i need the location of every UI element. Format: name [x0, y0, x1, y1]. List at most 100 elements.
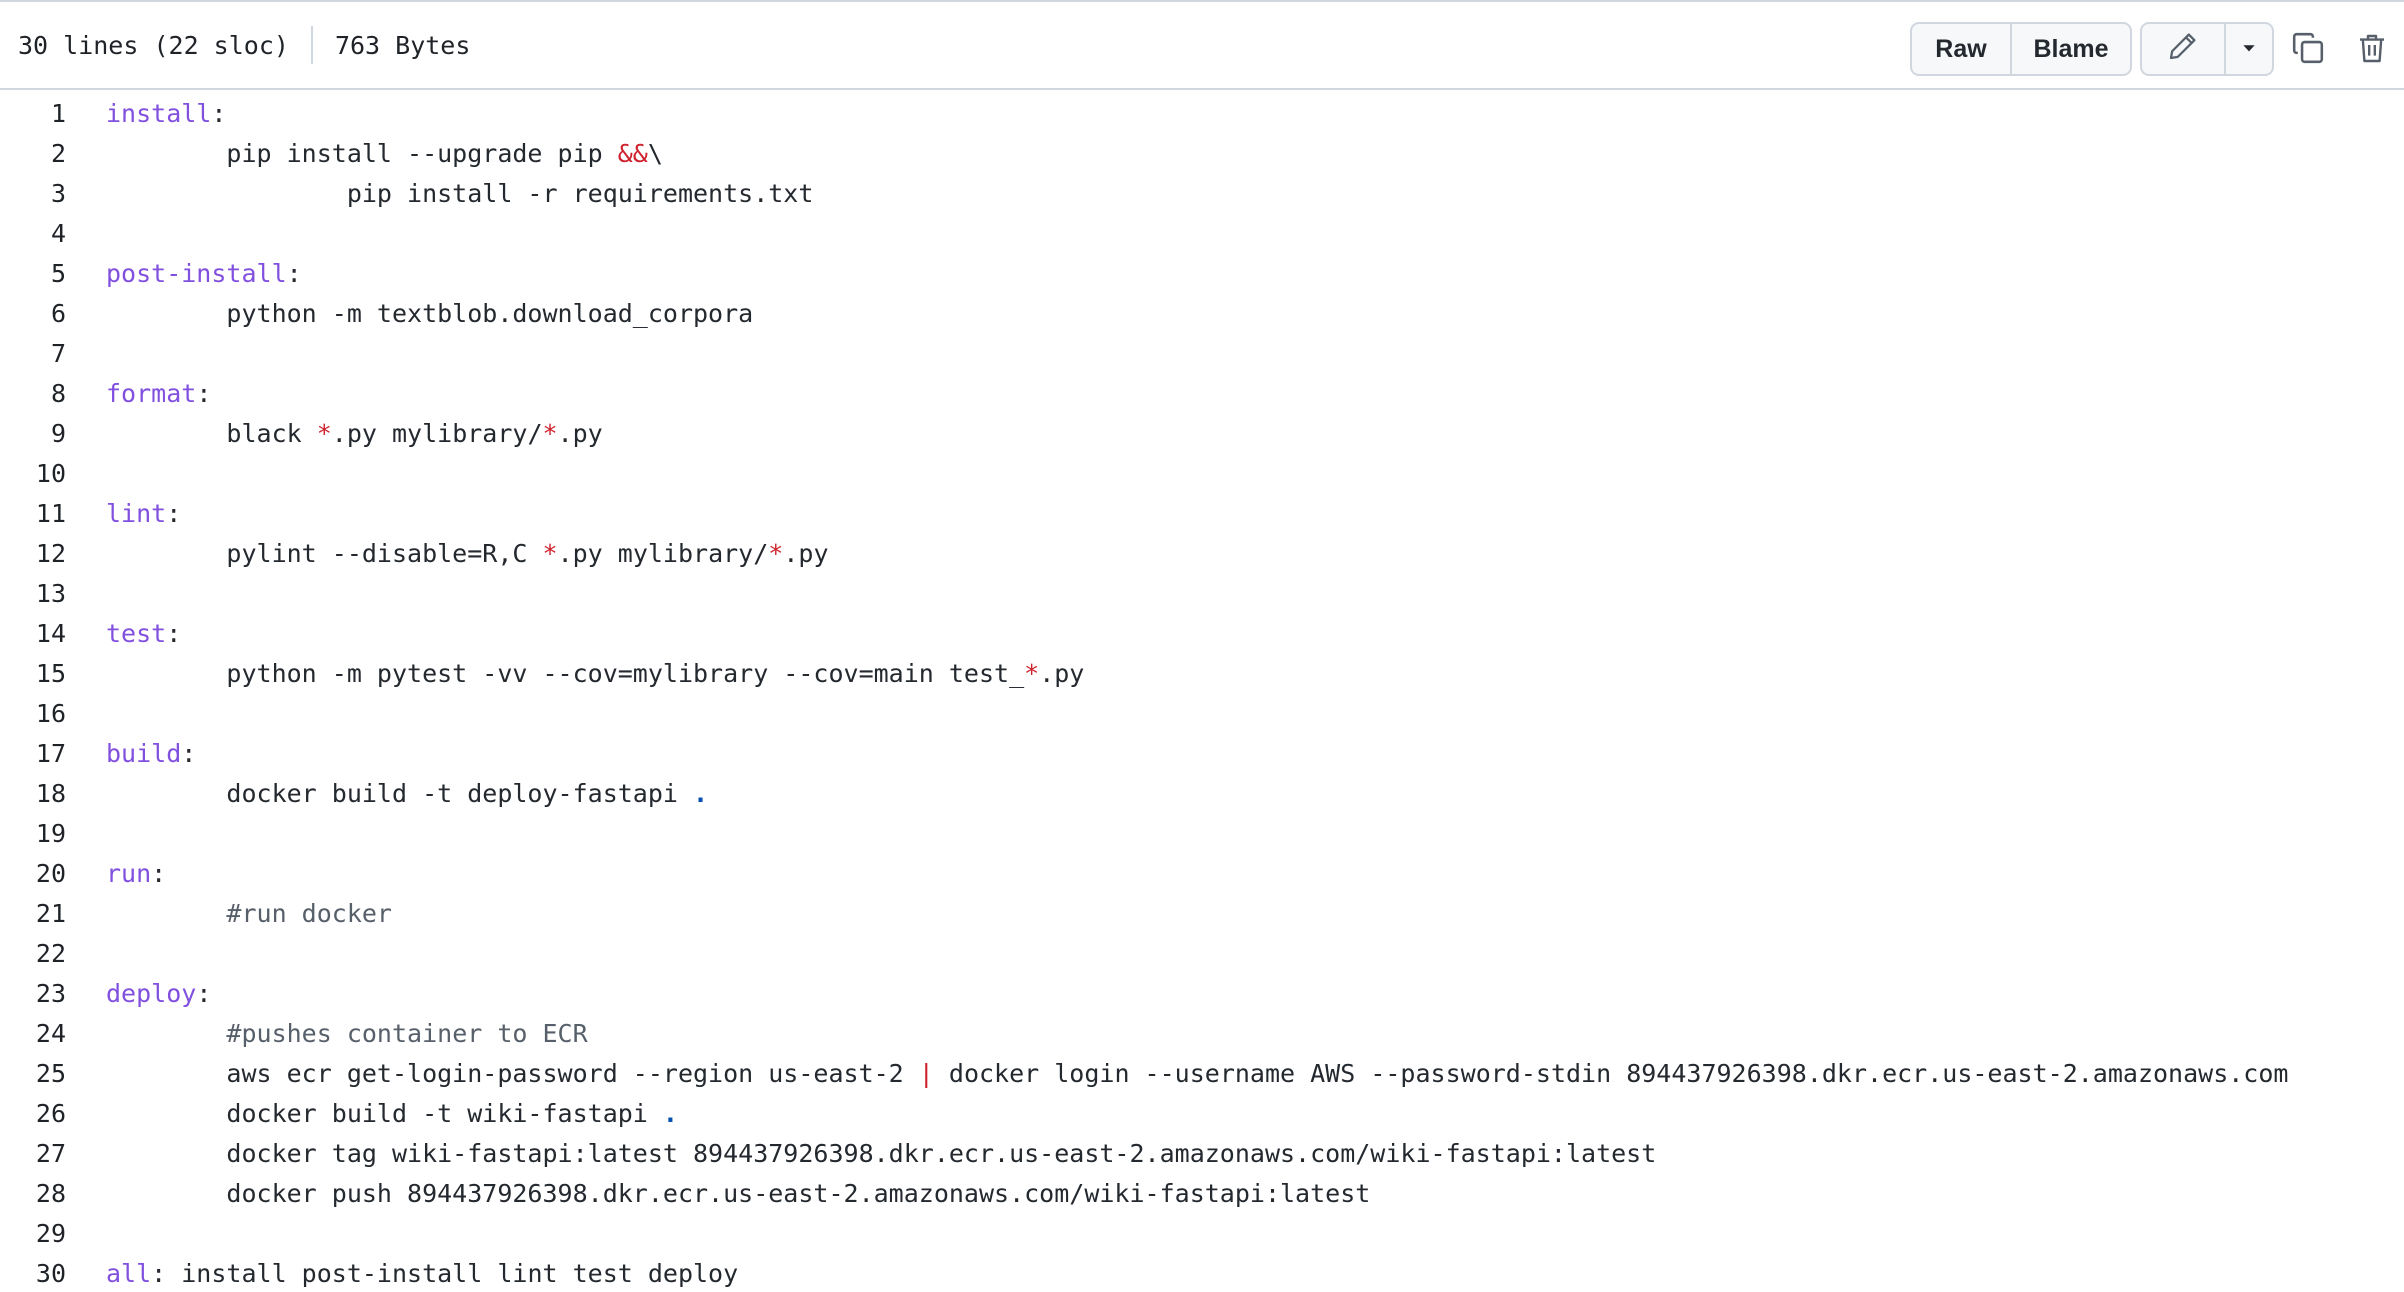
line-number[interactable]: 15 [0, 654, 66, 694]
code-text: docker tag wiki-fastapi:latest 894437926… [106, 1134, 1656, 1174]
line-number[interactable]: 28 [0, 1174, 66, 1214]
line-number[interactable]: 22 [0, 934, 66, 974]
code-text: docker push 894437926398.dkr.ecr.us-east… [106, 1174, 1370, 1214]
code-token: pip install --upgrade pip [106, 139, 618, 168]
code-token: deploy [106, 979, 197, 1008]
line-number[interactable]: 26 [0, 1094, 66, 1134]
line-number[interactable]: 20 [0, 854, 66, 894]
delete-button[interactable] [2348, 26, 2396, 74]
line-number[interactable]: 11 [0, 494, 66, 534]
code-text: build: [106, 734, 196, 774]
copy-button[interactable] [2284, 26, 2332, 74]
code-token: . [693, 779, 709, 808]
pencil-icon [2168, 31, 2198, 68]
code-token: docker push 894437926398.dkr.ecr.us-east… [106, 1179, 1371, 1208]
raw-blame-group: Raw Blame [1910, 22, 2132, 76]
code-line: 18 docker build -t deploy-fastapi . [0, 774, 2404, 814]
code-token: install [106, 99, 212, 128]
line-number[interactable]: 27 [0, 1134, 66, 1174]
code-line: 10 [0, 454, 2404, 494]
code-token: test [106, 619, 167, 648]
code-line: 30 all: install post-install lint test de… [0, 1254, 2404, 1292]
line-number[interactable]: 1 [0, 94, 66, 134]
code-token: : [166, 619, 182, 648]
code-text: run: [106, 854, 166, 894]
code-line: 25 aws ecr get-login-password --region u… [0, 1054, 2404, 1094]
line-number[interactable]: 25 [0, 1054, 66, 1094]
code-line: 15 python -m pytest -vv --cov=mylibrary … [0, 654, 2404, 694]
line-number[interactable]: 7 [0, 334, 66, 374]
edit-dropdown-button[interactable] [2224, 24, 2272, 74]
line-number[interactable]: 12 [0, 534, 66, 574]
code-token: #pushes container to ECR [226, 1019, 588, 1048]
code-token: * [768, 539, 784, 568]
code-line: 21 #run docker [0, 894, 2404, 934]
code-line: 28 docker push 894437926398.dkr.ecr.us-e… [0, 1174, 2404, 1214]
line-number[interactable]: 23 [0, 974, 66, 1014]
line-number[interactable]: 30 [0, 1254, 66, 1292]
code-text: #pushes container to ECR [106, 1014, 588, 1054]
code-token: pip install -r requirements.txt [106, 179, 814, 208]
line-number[interactable]: 29 [0, 1214, 66, 1254]
code-token: * [542, 419, 558, 448]
code-text: python -m pytest -vv --cov=mylibrary --c… [106, 654, 1084, 694]
code-token: #run docker [226, 899, 392, 928]
code-token: post-install [106, 259, 287, 288]
code-line: 20 run: [0, 854, 2404, 894]
code-token: * [1024, 659, 1040, 688]
code-token: python -m textblob.download_corpora [106, 299, 754, 328]
code-line: 13 [0, 574, 2404, 614]
code-line: 23 deploy: [0, 974, 2404, 1014]
line-number[interactable]: 21 [0, 894, 66, 934]
code-token: : [211, 99, 227, 128]
line-number[interactable]: 4 [0, 214, 66, 254]
code-text: docker build -t wiki-fastapi . [106, 1094, 678, 1134]
edit-group [2140, 22, 2274, 76]
code-token: && [617, 139, 648, 168]
line-number[interactable]: 6 [0, 294, 66, 334]
code-token: .py mylibrary/ [557, 539, 769, 568]
code-token: format [106, 379, 197, 408]
line-number[interactable]: 8 [0, 374, 66, 414]
copy-icon [2291, 31, 2325, 70]
line-number[interactable]: 5 [0, 254, 66, 294]
raw-button[interactable]: Raw [1912, 24, 2010, 74]
code-line: 17 build: [0, 734, 2404, 774]
code-text: format: [106, 374, 211, 414]
line-number[interactable]: 13 [0, 574, 66, 614]
edit-button[interactable] [2142, 24, 2224, 74]
code-line: 27 docker tag wiki-fastapi:latest 894437… [0, 1134, 2404, 1174]
line-number[interactable]: 2 [0, 134, 66, 174]
code-text: pip install -r requirements.txt [106, 174, 814, 214]
code-text: test: [106, 614, 181, 654]
code-token: black [106, 419, 317, 448]
line-number[interactable]: 24 [0, 1014, 66, 1054]
line-number[interactable]: 19 [0, 814, 66, 854]
line-number[interactable]: 16 [0, 694, 66, 734]
code-line: 3 pip install -r requirements.txt [0, 174, 2404, 214]
line-number[interactable]: 18 [0, 774, 66, 814]
line-number[interactable]: 3 [0, 174, 66, 214]
code-token: * [316, 419, 332, 448]
code-token: : [196, 379, 212, 408]
divider [310, 26, 313, 64]
code-token: run [106, 859, 152, 888]
line-number[interactable]: 10 [0, 454, 66, 494]
code-text: #run docker [106, 894, 392, 934]
file-size: 763 Bytes [334, 30, 471, 60]
code-token: | [918, 1059, 934, 1088]
code-token: : [196, 979, 212, 1008]
code-view: 1 install: 2 pip install --upgrade pip &&\… [0, 94, 2404, 1292]
blame-button[interactable]: Blame [2010, 24, 2130, 74]
line-number[interactable]: 17 [0, 734, 66, 774]
code-text: pylint --disable=R,C *.py mylibrary/*.py [106, 534, 829, 574]
line-count: 30 lines (22 sloc) [18, 30, 289, 60]
code-token: docker build -t deploy-fastapi [106, 779, 693, 808]
code-token: .py [783, 539, 829, 568]
line-number[interactable]: 14 [0, 614, 66, 654]
code-line: 6 python -m textblob.download_corpora [0, 294, 2404, 334]
code-text: post-install: [106, 254, 302, 294]
line-number[interactable]: 9 [0, 414, 66, 454]
code-line: 29 [0, 1214, 2404, 1254]
